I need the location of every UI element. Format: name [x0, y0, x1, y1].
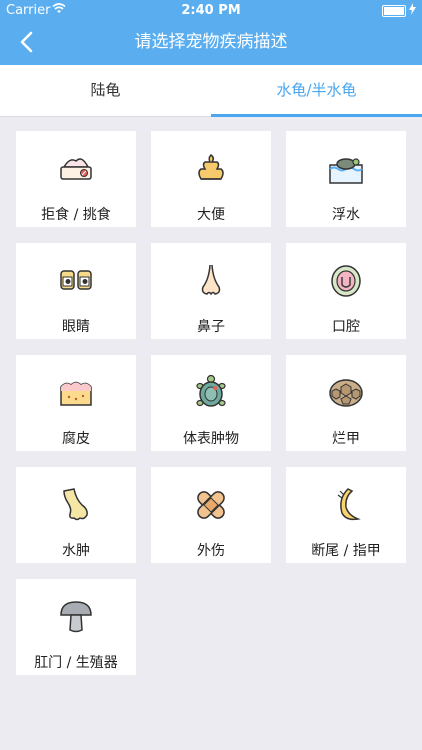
- food-bowl-icon: [60, 158, 92, 180]
- symptom-label: 口腔: [332, 319, 360, 335]
- turtle-body-icon: [196, 374, 226, 407]
- eyes-icon: [60, 270, 92, 290]
- charging-icon: [409, 3, 416, 18]
- symptom-label: 水肿: [62, 543, 90, 559]
- symptom-label: 鼻子: [197, 319, 225, 335]
- navigation-bar: 请选择宠物疾病描述: [0, 20, 422, 65]
- symptom-card-eyes[interactable]: 眼睛: [16, 243, 136, 339]
- shell-icon: [329, 379, 363, 407]
- floating-turtle-icon: [329, 158, 363, 184]
- battery-icon: [382, 5, 406, 17]
- symptom-label: 外伤: [197, 543, 225, 559]
- symptom-label: 烂甲: [332, 431, 360, 447]
- tab-bar: 陆龟 水龟/半水龟: [0, 65, 422, 117]
- header-bar: Carrier 2:40 PM 请选择宠物疾病描述: [0, 0, 422, 65]
- symptom-label: 腐皮: [62, 431, 90, 447]
- symptom-label: 眼睛: [62, 319, 90, 335]
- symptom-label: 拒食 / 挑食: [41, 207, 111, 223]
- symptom-label: 肛门 / 生殖器: [34, 655, 118, 671]
- symptom-label: 体表肿物: [183, 431, 239, 447]
- symptom-label: 断尾 / 指甲: [311, 543, 381, 559]
- symptom-card-shell-rot[interactable]: 烂甲: [286, 355, 406, 451]
- symptom-card-rotten-skin[interactable]: 腐皮: [16, 355, 136, 451]
- symptom-card-injury[interactable]: 外伤: [151, 467, 271, 563]
- symptom-card-stool[interactable]: 大便: [151, 131, 271, 227]
- symptom-card-nose[interactable]: 鼻子: [151, 243, 271, 339]
- mushroom-icon: [60, 601, 92, 633]
- page-title: 请选择宠物疾病描述: [134, 32, 288, 52]
- tab-water-turtle[interactable]: 水龟/半水龟: [211, 65, 422, 116]
- clock: 2:40 PM: [181, 3, 241, 18]
- nose-icon: [201, 264, 221, 296]
- symptom-card-tail-claw[interactable]: 断尾 / 指甲: [286, 467, 406, 563]
- symptom-label: 浮水: [332, 207, 360, 223]
- poop-icon: [198, 154, 224, 180]
- tab-land-tortoise[interactable]: 陆龟: [0, 65, 211, 116]
- tail-claw-icon: [337, 488, 361, 521]
- symptom-card-body-tumor[interactable]: 体表肿物: [151, 355, 271, 451]
- symptom-card-refuse-food[interactable]: 拒食 / 挑食: [16, 131, 136, 227]
- active-tab-indicator: [211, 114, 422, 117]
- bandage-icon: [197, 491, 225, 519]
- symptom-card-anus-genitals[interactable]: 肛门 / 生殖器: [16, 579, 136, 675]
- symptom-card-mouth[interactable]: 口腔: [286, 243, 406, 339]
- swollen-leg-icon: [63, 488, 88, 521]
- symptom-label: 大便: [197, 207, 225, 223]
- symptom-card-floating[interactable]: 浮水: [286, 131, 406, 227]
- status-bar: Carrier 2:40 PM: [0, 0, 422, 20]
- rotten-skin-icon: [60, 381, 92, 406]
- mouth-icon: [331, 265, 361, 297]
- symptom-card-edema[interactable]: 水肿: [16, 467, 136, 563]
